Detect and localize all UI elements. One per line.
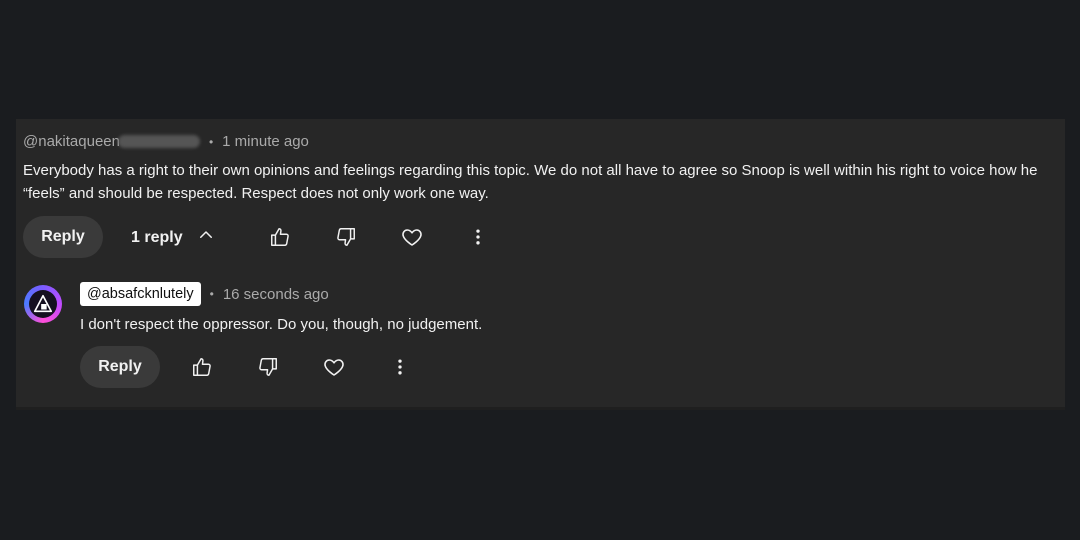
avatar-image (33, 294, 53, 313)
comment-timestamp[interactable]: 1 minute ago (222, 133, 309, 150)
like-button[interactable] (263, 220, 297, 254)
chevron-up-icon (197, 226, 215, 249)
thumbs-down-icon (257, 356, 279, 378)
replies-count-label: 1 reply (131, 228, 183, 246)
comment-author[interactable]: @nakitaqueen (23, 133, 120, 150)
comment-text-line: Everybody has a right to their own opini… (23, 162, 1038, 179)
comment-text-line: “feels” and should be respected. Respect… (23, 185, 489, 202)
separator-dot: • (208, 134, 214, 149)
more-actions-button[interactable] (461, 220, 495, 254)
separator-dot: • (209, 287, 214, 301)
redaction-blur (117, 135, 200, 148)
reply-button[interactable]: Reply (80, 346, 160, 388)
more-actions-button[interactable] (383, 350, 417, 384)
reply-author[interactable]: @absafcknlutely (80, 282, 201, 306)
reply-button[interactable]: Reply (23, 216, 103, 258)
heart-button[interactable] (395, 220, 429, 254)
heart-icon (322, 355, 346, 379)
like-button[interactable] (185, 350, 219, 384)
more-vert-icon (390, 357, 410, 377)
heart-button[interactable] (317, 350, 351, 384)
dislike-button[interactable] (329, 220, 363, 254)
avatar[interactable] (24, 285, 62, 323)
reply-timestamp[interactable]: 16 seconds ago (223, 286, 329, 303)
thumbs-up-icon (191, 356, 213, 378)
reply-text: I don't respect the oppressor. Do you, t… (80, 316, 483, 333)
thumbs-up-icon (269, 226, 291, 248)
thumbs-down-icon (335, 226, 357, 248)
comment-text: Everybody has a right to their own opini… (23, 159, 1037, 205)
comment-header: @nakitaqueen • 1 minute ago (23, 133, 309, 150)
reply-button-label: Reply (41, 228, 85, 245)
more-vert-icon (468, 227, 488, 247)
reply-button-label: Reply (98, 358, 142, 375)
reply-header: @absafcknlutely • 16 seconds ago (80, 282, 329, 306)
dislike-button[interactable] (251, 350, 285, 384)
divider (16, 407, 1065, 410)
replies-toggle[interactable]: 1 reply (131, 226, 215, 249)
heart-icon (400, 225, 424, 249)
